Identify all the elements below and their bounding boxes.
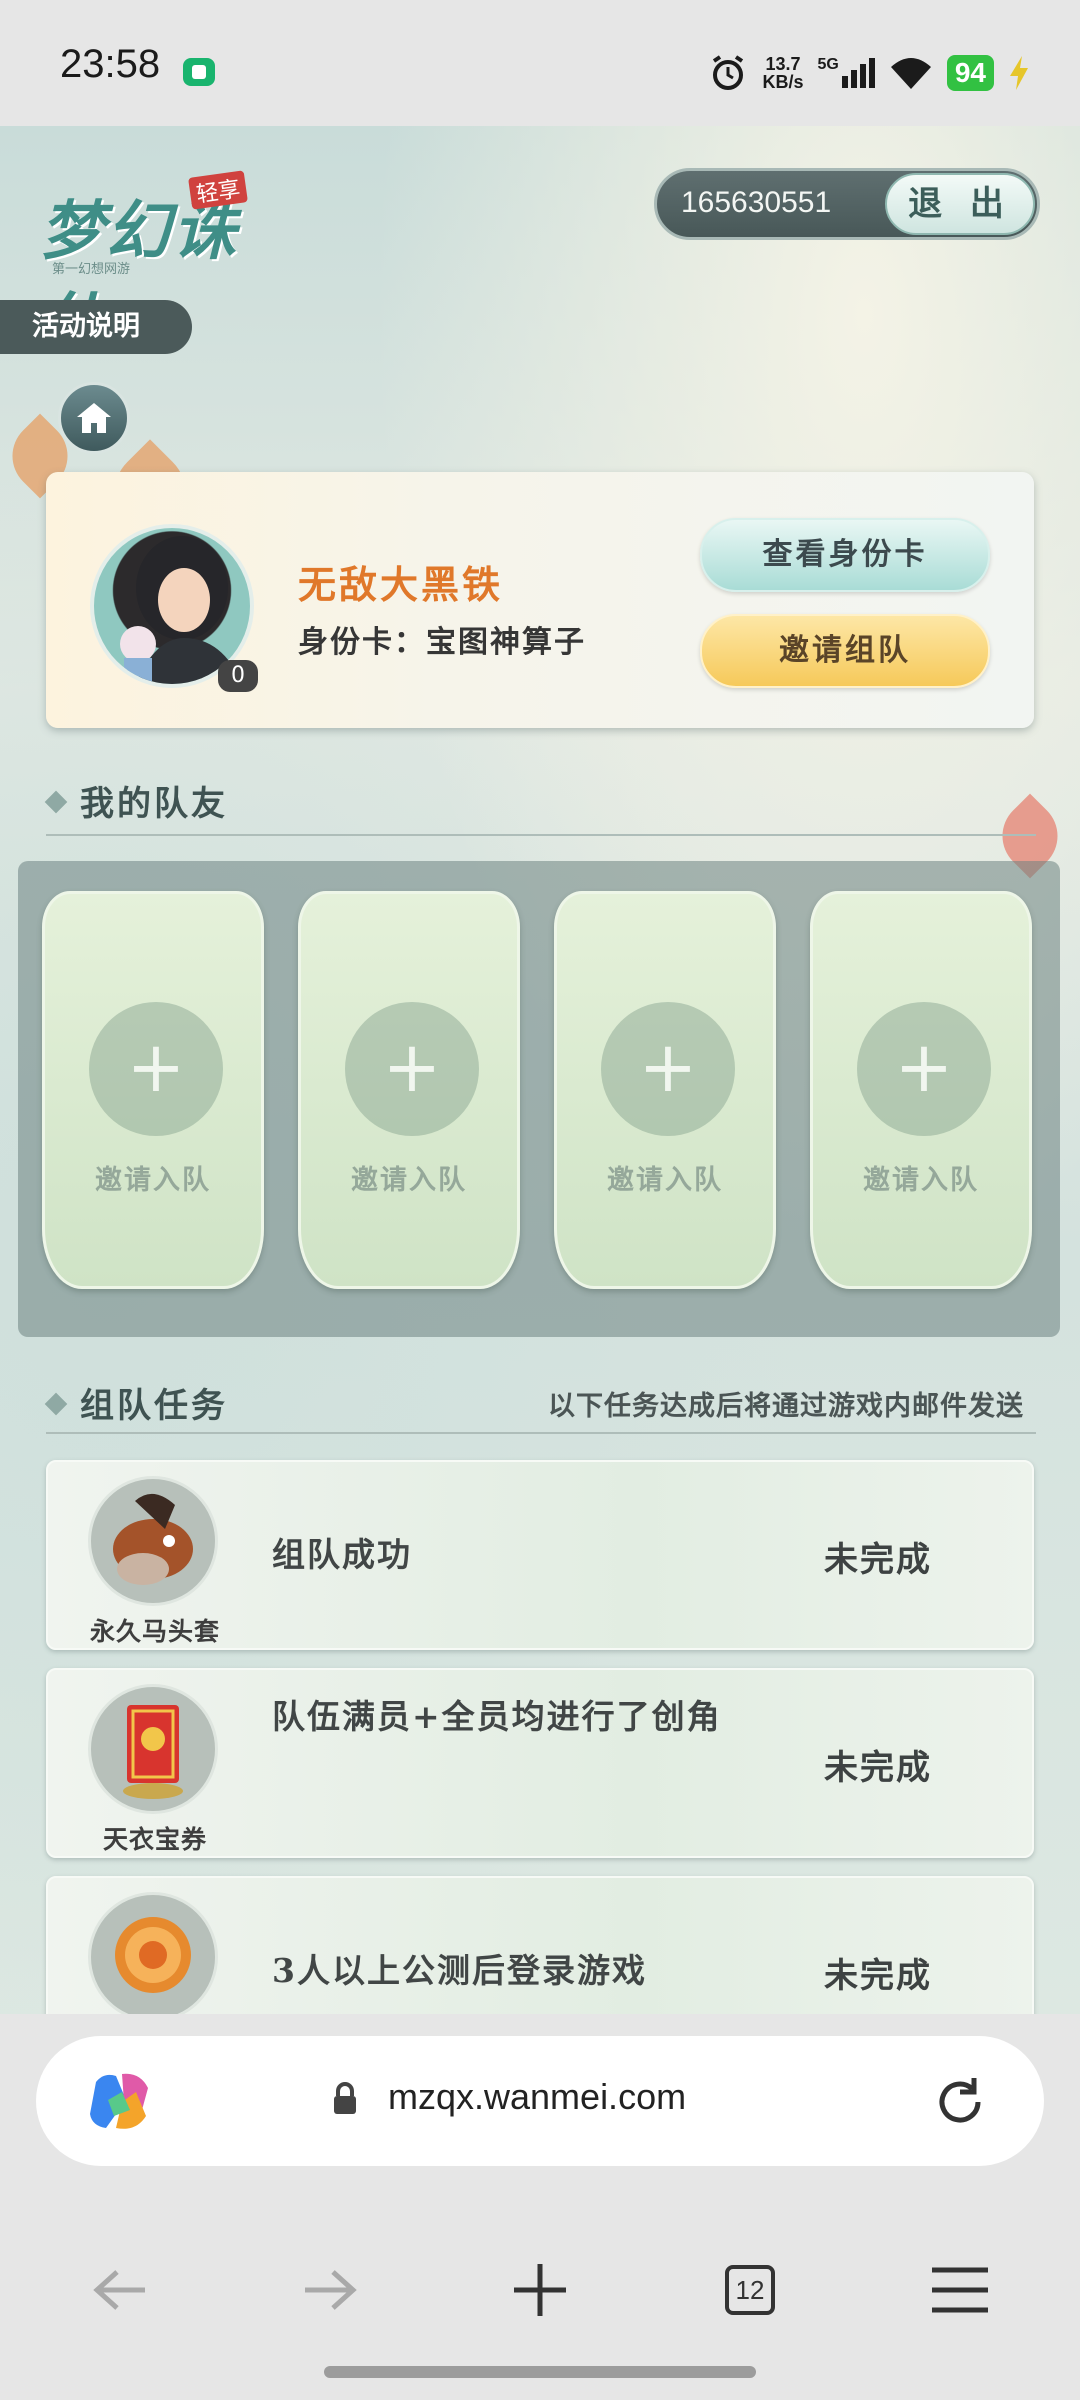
account-id: 165630551 [681, 186, 832, 219]
teammate-slot[interactable]: + 邀请入队 [810, 891, 1032, 1289]
task-title: 3人以上公测后登录游戏 [272, 1951, 647, 1990]
tab-count-icon: 12 [725, 2265, 775, 2315]
tasks-note: 以下任务达成后将通过游戏内邮件发送 [548, 1391, 1024, 1422]
task-reward-label: 天衣宝券 [102, 1825, 207, 1854]
plus-icon: + [601, 1002, 735, 1136]
slot-label: 邀请入队 [351, 1165, 467, 1196]
teammate-slot[interactable]: + 邀请入队 [42, 891, 264, 1289]
view-id-card-button[interactable]: 查看身份卡 [700, 518, 990, 592]
avatar-badge: 0 [218, 660, 258, 692]
back-button[interactable] [80, 2250, 160, 2330]
status-time: 23:58 [60, 42, 161, 86]
reload-icon[interactable] [930, 2072, 990, 2132]
tasks-title: 组队任务 [80, 1386, 228, 1426]
diamond-icon [44, 790, 68, 814]
task-row: 3人以上公测后登录游戏 未完成 [46, 1876, 1034, 2014]
copilot-icon[interactable] [86, 2070, 152, 2132]
divider [46, 834, 1036, 836]
gold-coin-icon [88, 1892, 218, 2014]
player-role: 身份卡：宝图神算子 [298, 625, 586, 660]
home-button[interactable] [58, 382, 130, 454]
address-bar[interactable]: mzqx.wanmei.com [36, 2036, 1044, 2166]
logo-subtitle: 第一幻想网游 [52, 262, 131, 277]
profile-card: 0 无敌大黑铁 身份卡：宝图神算子 查看身份卡 邀请组队 [46, 472, 1034, 728]
event-page: 梦幻诛仙 轻享 第一幻想网游 165630551 退 出 活动说明 0 无敌大黑… [0, 126, 1080, 2014]
task-status: 未完成 [824, 1956, 932, 1996]
plus-icon: + [345, 1002, 479, 1136]
new-tab-button[interactable] [500, 2250, 580, 2330]
divider [46, 1432, 1036, 1434]
tasks-heading: 组队任务 [44, 1378, 228, 1427]
player-name: 无敌大黑铁 [298, 562, 504, 607]
diamond-icon [44, 1392, 68, 1416]
gesture-bar[interactable] [324, 2366, 756, 2378]
cell-signal-icon: 5G [817, 56, 875, 88]
status-icons: 13.7 KB/s 5G 94 [708, 48, 1030, 98]
slot-label: 邀请入队 [95, 1165, 211, 1196]
app-notification-icon [183, 58, 215, 86]
net-speed: 13.7 KB/s [762, 55, 803, 91]
lock-icon [334, 2082, 356, 2114]
task-status: 未完成 [824, 1748, 932, 1788]
plus-icon: + [89, 1002, 223, 1136]
home-icon [77, 403, 111, 433]
horse-head-icon [88, 1476, 218, 1606]
url-text: mzqx.wanmei.com [388, 2076, 687, 2117]
arrow-left-icon [93, 2270, 145, 2310]
invite-team-button[interactable]: 邀请组队 [700, 614, 990, 688]
status-bar: 23:58 13.7 KB/s 5G 94 [0, 0, 1080, 126]
task-title: 组队成功 [272, 1535, 412, 1574]
network-type: 5G [817, 56, 839, 73]
wifi-icon [890, 58, 931, 89]
arrow-right-icon [305, 2270, 357, 2310]
account-pill: 165630551 退 出 [654, 168, 1040, 240]
charging-icon [1010, 56, 1028, 90]
task-status: 未完成 [824, 1540, 932, 1580]
slot-label: 邀请入队 [607, 1165, 723, 1196]
task-row: 永久马头套 组队成功 未完成 [46, 1460, 1034, 1650]
teammate-slot[interactable]: + 邀请入队 [298, 891, 520, 1289]
rules-button[interactable]: 活动说明 [0, 300, 192, 354]
task-row: 天衣宝券 队伍满员+全员均进行了创角 未完成 [46, 1668, 1034, 1858]
slot-label: 邀请入队 [863, 1165, 979, 1196]
battery-level: 94 [946, 55, 994, 91]
alarm-icon [713, 55, 744, 90]
net-speed-value: 13.7 [765, 54, 801, 74]
plus-icon: + [857, 1002, 991, 1136]
logout-button[interactable]: 退 出 [885, 173, 1035, 235]
menu-button[interactable] [920, 2250, 1000, 2330]
teammates-title: 我的队友 [80, 784, 228, 824]
net-speed-unit: KB/s [762, 72, 804, 92]
task-reward-label: 永久马头套 [89, 1617, 220, 1646]
forward-button[interactable] [290, 2250, 370, 2330]
plus-icon [514, 2264, 566, 2316]
ticket-icon [88, 1684, 218, 1814]
teammates-panel: + 邀请入队 + 邀请入队 + 邀请入队 + 邀请入队 [18, 861, 1060, 1337]
tabs-button[interactable]: 12 [710, 2250, 790, 2330]
teammates-heading: 我的队友 [44, 776, 228, 825]
game-logo: 梦幻诛仙 轻享 第一幻想网游 [10, 156, 280, 361]
hamburger-menu-icon [932, 2267, 988, 2313]
task-title: 队伍满员+全员均进行了创角 [272, 1697, 722, 1736]
teammate-slot[interactable]: + 邀请入队 [554, 891, 776, 1289]
